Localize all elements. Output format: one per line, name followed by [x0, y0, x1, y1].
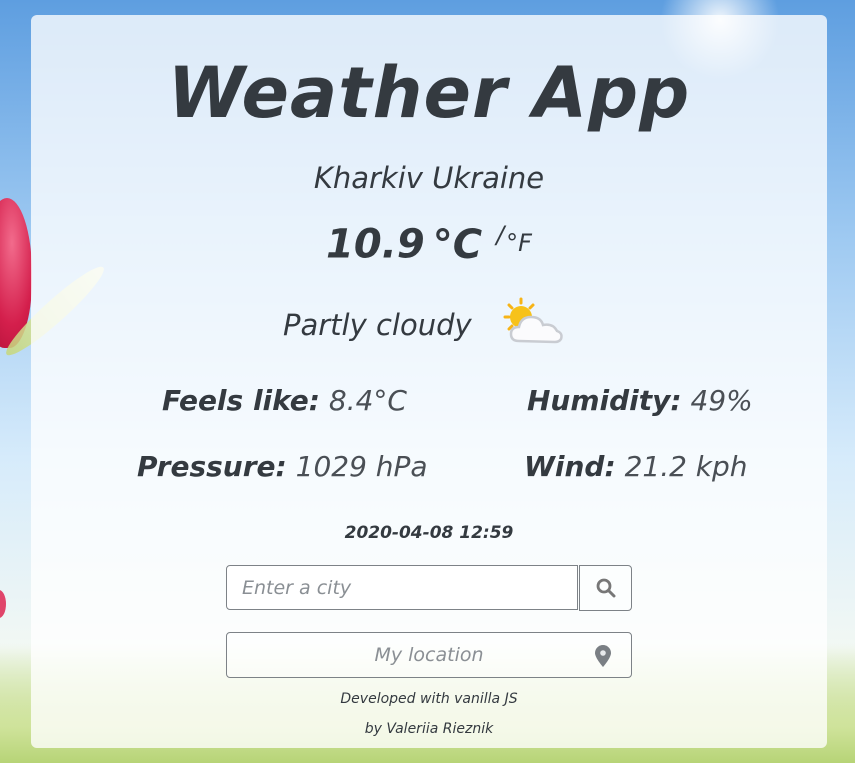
unit-separator: /	[496, 221, 505, 249]
wind-label: Wind:	[524, 450, 616, 483]
city-name: Kharkiv Ukraine	[313, 161, 545, 195]
feels-like: Feels like: 8.4°C	[162, 383, 407, 419]
humidity-value: 49%	[690, 384, 753, 417]
weather-condition: Partly cloudy	[283, 308, 472, 342]
humidity-label: Humidity:	[527, 384, 682, 417]
weather-card: Weather App Kharkiv Ukraine 10.9 °C /°F Pa…	[31, 15, 827, 748]
app-title: Weather App	[167, 52, 691, 134]
feels-like-value: 8.4°C	[328, 384, 407, 417]
temperature-value: 10.9	[326, 221, 425, 268]
background-tulip-small	[0, 590, 6, 618]
pressure-value: 1029 hPa	[295, 450, 428, 483]
footer-author: by Valeriia Rieznik	[364, 721, 494, 737]
my-location-label: My location	[374, 644, 484, 666]
map-pin-icon	[595, 645, 611, 667]
feels-like-label: Feels like:	[162, 384, 320, 417]
footer-developed-with: Developed with vanilla JS	[340, 691, 518, 707]
search-icon	[596, 578, 615, 598]
wind-value: 21.2 kph	[624, 450, 748, 483]
celsius-link[interactable]: °C	[433, 222, 482, 268]
city-search-input[interactable]	[226, 565, 578, 610]
pressure: Pressure: 1029 hPa	[137, 449, 428, 485]
partly-cloudy-icon	[503, 297, 563, 344]
pressure-label: Pressure:	[137, 450, 287, 483]
search-button[interactable]	[579, 565, 632, 611]
temperature-row: 10.9 °C /°F	[31, 221, 827, 268]
last-updated-datetime: 2020-04-08 12:59	[344, 523, 514, 543]
humidity: Humidity: 49%	[527, 383, 753, 419]
my-location-button[interactable]: My location	[226, 632, 632, 678]
fahrenheit-link[interactable]: °F	[506, 229, 532, 257]
wind: Wind: 21.2 kph	[524, 449, 748, 485]
